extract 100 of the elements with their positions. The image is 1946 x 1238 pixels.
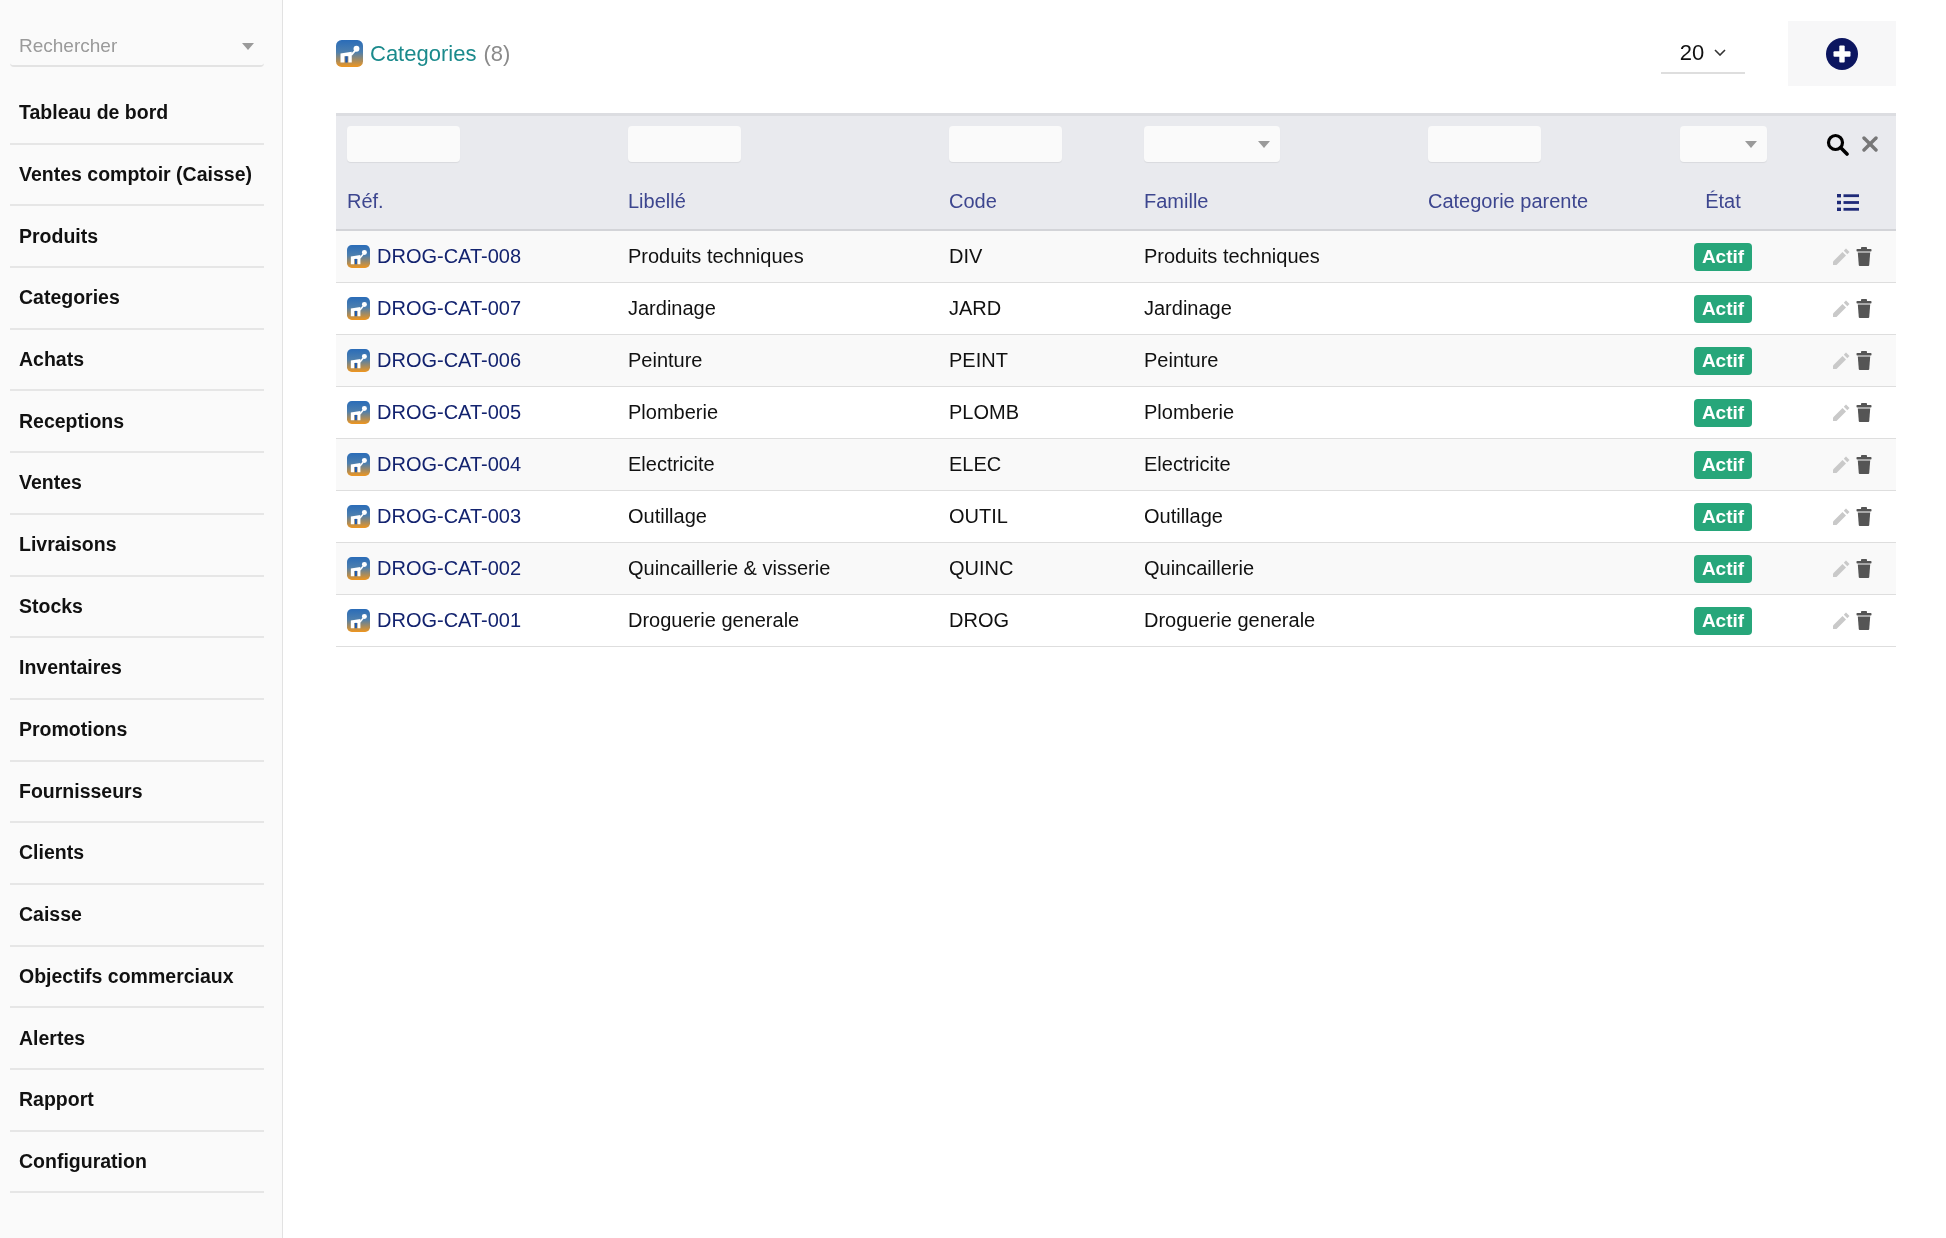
reference-link[interactable]: DROG-CAT-002	[377, 553, 522, 583]
table-cell: Quincaillerie & visserie	[617, 542, 938, 594]
reference-link[interactable]: DROG-CAT-007	[377, 293, 522, 323]
list-icon[interactable]	[1837, 194, 1859, 212]
pencil-icon[interactable]	[1832, 402, 1851, 422]
reference-link[interactable]: DROG-CAT-004	[377, 449, 522, 479]
sidebar-item[interactable]: Ventes	[10, 453, 264, 515]
table-cell: JARD	[938, 282, 1133, 334]
status-badge: Actif	[1693, 607, 1753, 635]
reference-link[interactable]: DROG-CAT-006	[377, 345, 522, 375]
status-badge: Actif	[1693, 451, 1753, 479]
trash-icon[interactable]	[1856, 350, 1872, 370]
table-cell: Peinture	[1133, 334, 1417, 386]
table-cell: Outillage	[617, 490, 938, 542]
tile-icon	[347, 504, 370, 528]
trash-icon[interactable]	[1856, 402, 1872, 422]
status-badge: Actif	[1693, 347, 1753, 375]
status-badge: Actif	[1693, 503, 1753, 531]
table-cell: Produits techniques	[1133, 230, 1417, 282]
tile-icon	[347, 244, 370, 268]
status-badge: Actif	[1693, 295, 1753, 323]
tile-icon	[347, 452, 370, 476]
table-cell: Plomberie	[1133, 386, 1417, 438]
reference-link[interactable]: DROG-CAT-003	[377, 501, 522, 531]
filter-select[interactable]	[1679, 126, 1767, 162]
table-cell: Produits techniques	[617, 230, 938, 282]
pencil-icon[interactable]	[1832, 298, 1851, 318]
table-cell: Outillage	[1133, 490, 1417, 542]
reference-link[interactable]: DROG-CAT-005	[377, 397, 522, 427]
tile-icon	[347, 296, 370, 320]
search-icon[interactable]	[1826, 132, 1849, 156]
table-cell: Droguerie generale	[1133, 594, 1417, 646]
status-badge: Actif	[1693, 399, 1753, 427]
table-cell: Electricite	[1133, 438, 1417, 490]
pencil-icon[interactable]	[1832, 558, 1851, 578]
tile-icon	[347, 348, 370, 372]
status-badge: Actif	[1693, 555, 1753, 583]
sidebar-item[interactable]: Clients	[10, 823, 264, 885]
trash-icon[interactable]	[1856, 610, 1872, 630]
filter-input[interactable]	[1428, 126, 1541, 162]
pencil-icon[interactable]	[1832, 454, 1851, 474]
tile-icon	[347, 608, 370, 632]
sidebar-item[interactable]: Fournisseurs	[10, 761, 264, 824]
table-cell: Peinture	[617, 334, 938, 386]
sidebar-item[interactable]: Inventaires	[10, 638, 264, 700]
pencil-icon[interactable]	[1832, 610, 1851, 630]
filter-input[interactable]	[628, 126, 741, 162]
sidebar-item[interactable]: Promotions	[10, 699, 264, 762]
filter-input[interactable]	[347, 126, 460, 162]
pencil-icon[interactable]	[1832, 506, 1851, 526]
filter-select[interactable]	[1144, 126, 1280, 162]
sidebar-item[interactable]: Stocks	[10, 576, 264, 639]
table-cell: DROG	[938, 594, 1133, 646]
table-cell: ELEC	[938, 438, 1133, 490]
trash-icon[interactable]	[1856, 506, 1872, 526]
reference-link[interactable]: DROG-CAT-001	[377, 605, 522, 635]
sidebar-item[interactable]: Ventes comptoir (Caisse)	[10, 144, 264, 207]
pencil-icon[interactable]	[1832, 246, 1851, 266]
table-cell: Jardinage	[617, 282, 938, 334]
plus-circle-icon	[1826, 37, 1858, 70]
table-cell: QUINC	[938, 542, 1133, 594]
table-cell: Quincaillerie	[1133, 542, 1417, 594]
sidebar-item[interactable]: Caisse	[10, 884, 264, 947]
page-size-select[interactable]: 20	[1661, 33, 1745, 74]
close-icon[interactable]	[1862, 136, 1878, 152]
tile-icon	[347, 400, 370, 424]
filter-input[interactable]	[949, 126, 1062, 162]
search-field[interactable]: Rechercher	[10, 30, 264, 67]
sidebar-item[interactable]: Produits	[10, 206, 264, 269]
table-cell: DIV	[938, 230, 1133, 282]
sidebar-item[interactable]: Achats	[10, 329, 264, 392]
pencil-icon[interactable]	[1832, 350, 1851, 370]
sidebar-item[interactable]: Livraisons	[10, 514, 264, 577]
reference-link[interactable]: DROG-CAT-008	[377, 241, 522, 272]
record-count: (8)	[483, 40, 511, 68]
caret-icon	[1258, 140, 1270, 148]
trash-icon[interactable]	[1856, 246, 1872, 266]
table-cell: Droguerie generale	[617, 594, 938, 646]
sidebar-item[interactable]: Alertes	[10, 1008, 264, 1070]
sidebar-item[interactable]: Configuration	[10, 1131, 264, 1194]
chevron-icon	[1714, 49, 1727, 56]
caret-icon	[1744, 140, 1757, 148]
table-cell: PLOMB	[938, 386, 1133, 438]
tile-icon	[347, 556, 370, 580]
add-button[interactable]	[1788, 21, 1896, 86]
sidebar-item[interactable]: Tableau de bord	[10, 83, 264, 145]
table-cell: Jardinage	[1133, 282, 1417, 334]
trash-icon[interactable]	[1856, 454, 1872, 474]
tile-icon	[336, 40, 363, 67]
sidebar-item[interactable]: Categories	[10, 268, 264, 330]
sidebar-item[interactable]: Receptions	[10, 391, 264, 454]
trash-icon[interactable]	[1856, 558, 1872, 578]
sidebar-item[interactable]: Objectifs commerciaux	[10, 946, 264, 1009]
table-cell: Plomberie	[617, 386, 938, 438]
table-cell: Electricite	[617, 438, 938, 490]
table-cell: PEINT	[938, 334, 1133, 386]
status-badge: Actif	[1693, 243, 1753, 272]
trash-icon[interactable]	[1856, 298, 1872, 318]
sidebar-item[interactable]: Rapport	[10, 1070, 264, 1132]
page-title: Categories	[370, 40, 477, 68]
